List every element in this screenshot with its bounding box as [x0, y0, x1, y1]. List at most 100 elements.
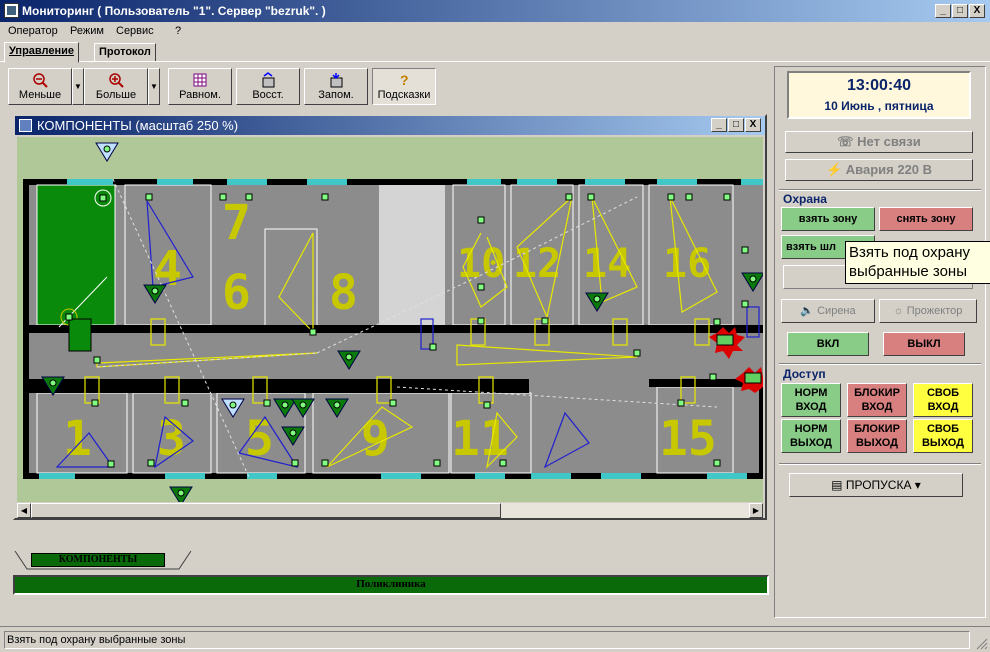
access-heading: Доступ — [783, 367, 826, 381]
room-label: 3 — [157, 411, 186, 467]
sensor-point[interactable] — [99, 194, 107, 202]
control-panel: 13:00:40 10 Июнь , пятница ☏ Нет связи ⚡… — [774, 66, 986, 618]
disarm-zone-button[interactable]: снять зону — [879, 207, 973, 231]
sensor-point[interactable] — [483, 401, 491, 409]
zoom-in-button[interactable]: Больше — [84, 68, 148, 105]
sensor-point[interactable] — [741, 246, 749, 254]
guard-heading: Охрана — [783, 192, 827, 206]
room-label: 16 — [663, 241, 711, 287]
room-label: 1 — [63, 411, 92, 467]
menu-help[interactable]: ? — [175, 25, 181, 37]
minimize-button[interactable]: _ — [935, 4, 951, 18]
sensor-point[interactable] — [633, 349, 641, 357]
map-hscroll[interactable]: ◀ ▶ — [17, 503, 763, 518]
sensor-point[interactable] — [541, 317, 549, 325]
sensor-point[interactable] — [389, 399, 397, 407]
detector-icon[interactable] — [169, 486, 193, 502]
scroll-left-icon[interactable]: ◀ — [17, 503, 31, 518]
maximize-button[interactable]: □ — [952, 4, 968, 18]
sensor-point[interactable] — [713, 459, 721, 467]
no-link-button[interactable]: ☏ Нет связи — [785, 131, 973, 153]
projector-label: Прожектор — [906, 305, 963, 317]
sensor-point[interactable] — [65, 313, 73, 321]
sensor-point[interactable] — [145, 193, 153, 201]
restore-button[interactable]: Восст. — [236, 68, 300, 105]
sensor-point[interactable] — [181, 399, 189, 407]
scroll-right-icon[interactable]: ▶ — [749, 503, 763, 518]
resize-grip-icon[interactable] — [976, 638, 988, 650]
free-in-button[interactable]: СВОБ ВХОД — [913, 383, 973, 417]
menu-service[interactable]: Сервис — [116, 25, 154, 37]
sensor-point[interactable] — [147, 459, 155, 467]
menu-mode[interactable]: Режим — [70, 25, 104, 37]
sensor-point[interactable] — [677, 399, 685, 407]
off-button[interactable]: ВЫКЛ — [883, 332, 965, 356]
sensor-point[interactable] — [107, 460, 115, 468]
child-close-button[interactable]: X — [745, 118, 761, 132]
block-out-button[interactable]: БЛОКИР ВЫХОД — [847, 419, 907, 453]
siren-button[interactable]: 🔈 Сирена — [781, 299, 875, 323]
block-in-button[interactable]: БЛОКИР ВХОД — [847, 383, 907, 417]
sensor-point[interactable] — [433, 459, 441, 467]
zoom-out-icon — [33, 73, 48, 88]
free-out-button[interactable]: СВОБ ВЫХОД — [913, 419, 973, 453]
remember-button[interactable]: Запом. — [304, 68, 368, 105]
floor-plan[interactable]: 7 4 6 8 10 12 14 16 1 3 5 9 11 15 — [17, 137, 763, 502]
plug-icon: ⚡ — [825, 162, 846, 177]
zoom-in-dropdown[interactable]: ▼ — [148, 68, 160, 105]
sensor-point[interactable] — [219, 193, 227, 201]
equal-scale-button[interactable]: Равном. — [168, 68, 232, 105]
zoom-out-dropdown[interactable]: ▼ — [72, 68, 84, 105]
sensor-point[interactable] — [309, 328, 317, 336]
sensor-point[interactable] — [741, 300, 749, 308]
passes-label: ПРОПУСКА — [845, 478, 912, 492]
child-minimize-button[interactable]: _ — [711, 118, 727, 132]
sensor-point[interactable] — [91, 399, 99, 407]
sensor-point[interactable] — [321, 459, 329, 467]
room-label: 6 — [222, 265, 251, 321]
building-bar[interactable]: Поликлиника — [13, 575, 769, 595]
sensor-point[interactable] — [565, 193, 573, 201]
sensor-point[interactable] — [291, 459, 299, 467]
menu-operator[interactable]: Оператор — [8, 25, 58, 37]
sensor-point[interactable] — [587, 193, 595, 201]
sensor-point[interactable] — [477, 216, 485, 224]
sensor-point[interactable] — [93, 356, 101, 364]
norm-in-button[interactable]: НОРМ ВХОД — [781, 383, 841, 417]
sensor-point[interactable] — [723, 193, 731, 201]
sensor-point[interactable] — [477, 317, 485, 325]
power-fail-button[interactable]: ⚡ Авария 220 В — [785, 159, 973, 181]
tab-protocol[interactable]: Протокол — [94, 43, 156, 62]
room-label: 12 — [513, 241, 561, 287]
floor-plan-svg[interactable]: 7 4 6 8 10 12 14 16 1 3 5 9 11 15 — [17, 137, 763, 502]
child-maximize-button[interactable]: □ — [728, 118, 744, 132]
sensor-point[interactable] — [263, 399, 271, 407]
clock-date: 10 Июнь , пятница — [824, 99, 934, 113]
close-button[interactable]: X — [969, 4, 985, 18]
sensor-point[interactable] — [709, 373, 717, 381]
tab-components[interactable]: КОМПОНЕНТЫ — [31, 553, 165, 567]
clock-display: 13:00:40 10 Июнь , пятница — [787, 71, 971, 119]
clock-time: 13:00:40 — [846, 77, 912, 94]
norm-out-button[interactable]: НОРМ ВЫХОД — [781, 419, 841, 453]
sensor-point[interactable] — [499, 459, 507, 467]
detector-icon[interactable] — [95, 142, 119, 162]
scroll-thumb[interactable] — [31, 503, 501, 518]
sensor-point[interactable] — [685, 193, 693, 201]
projector-button[interactable]: ☼ Прожектор — [879, 299, 977, 323]
sensor-point[interactable] — [477, 283, 485, 291]
zoom-out-button[interactable]: Меньше — [8, 68, 72, 105]
tab-control[interactable]: Управление — [4, 42, 80, 63]
sensor-point[interactable] — [713, 318, 721, 326]
on-button[interactable]: ВКЛ — [787, 332, 869, 356]
siren-label: Сирена — [817, 305, 856, 317]
sensor-point[interactable] — [667, 193, 675, 201]
passes-button[interactable]: ▤ ПРОПУСКА ▾ — [789, 473, 963, 497]
sensor-point[interactable] — [321, 193, 329, 201]
hints-button[interactable]: ? Подсказки — [372, 68, 436, 105]
arm-zone-button[interactable]: взять зону — [781, 207, 875, 231]
sensor-point[interactable] — [245, 193, 253, 201]
sensor-point[interactable] — [429, 343, 437, 351]
statusbar: Взять под охрану выбранные зоны — [0, 626, 990, 652]
bottom-tab[interactable]: КОМПОНЕНТЫ — [13, 551, 193, 571]
